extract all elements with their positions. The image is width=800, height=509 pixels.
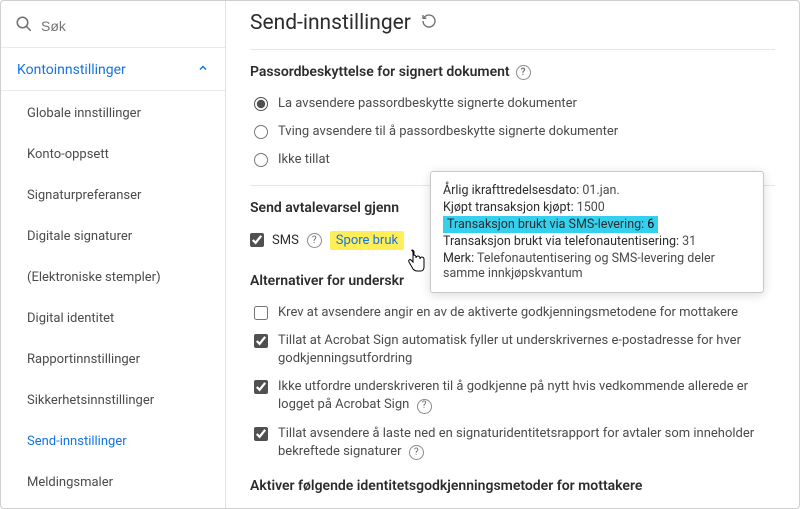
sidebar-section-header[interactable]: Kontoinnstillinger: [1, 47, 225, 91]
page-title-text: Send-innstillinger: [250, 11, 411, 35]
radio[interactable]: [254, 153, 268, 167]
radio-label: La avsendere passordbeskytte signerte do…: [278, 95, 577, 113]
usage-tooltip: Årlig ikrafttredelsesdato: 01.jan. Kjøpt…: [430, 171, 764, 293]
sidebar-section-label: Kontoinnstillinger: [17, 62, 126, 78]
refresh-icon[interactable]: [421, 11, 437, 35]
search-input[interactable]: [41, 18, 211, 34]
sms-label: SMS: [272, 233, 299, 248]
radio-label: Ikke tillat: [278, 151, 330, 169]
sidebar-item[interactable]: Signaturpreferanser: [1, 175, 225, 216]
search-row: [1, 9, 225, 47]
checkbox[interactable]: [254, 334, 268, 348]
radio-label: Tving avsendere til å passordbeskytte si…: [278, 123, 618, 141]
signer-options-group: Krev at avsendere angir en av de aktiver…: [250, 299, 775, 466]
checkbox[interactable]: [254, 427, 268, 441]
info-icon[interactable]: ?: [516, 65, 531, 80]
search-icon: [15, 15, 33, 37]
sidebar-item[interactable]: (Elektroniske stempler): [1, 257, 225, 298]
check-row: Tillat avsendere å laste ned en signatur…: [254, 420, 775, 466]
sidebar-item[interactable]: Meldingsmaler: [1, 462, 225, 503]
sidebar-item[interactable]: Rapportinnstillinger: [1, 339, 225, 380]
password-radio-group: La avsendere passordbeskytte signerte do…: [250, 90, 775, 175]
bottom-section-title: Aktiver følgende identitetsgodkjenningsm…: [250, 478, 775, 494]
checkbox[interactable]: [254, 306, 268, 320]
sidebar-item[interactable]: Konto-oppsett: [1, 134, 225, 175]
check-row: Tillat at Acrobat Sign automatisk fyller…: [254, 327, 775, 373]
checkbox[interactable]: [254, 380, 268, 394]
radio[interactable]: [254, 97, 268, 111]
radio-row: Tving avsendere til å passordbeskytte si…: [254, 118, 775, 146]
page-title: Send-innstillinger: [250, 11, 775, 35]
chevron-up-icon: [197, 62, 209, 78]
info-icon[interactable]: ?: [409, 445, 424, 460]
track-usage-link[interactable]: Spore bruk: [330, 231, 404, 250]
check-label: Krev at avsendere angir en av de aktiver…: [278, 304, 738, 322]
check-label: Ikke utfordre underskriveren til å godkj…: [278, 378, 775, 414]
sidebar-item[interactable]: Sikkerhetsinnstillinger: [1, 380, 225, 421]
sidebar: Kontoinnstillinger Globale innstillinger…: [1, 1, 226, 508]
sidebar-item[interactable]: Globale innstillinger: [1, 93, 225, 134]
info-icon[interactable]: ?: [307, 233, 322, 248]
sms-checkbox[interactable]: [250, 233, 264, 247]
check-label: Tillat avsendere å laste ned en signatur…: [278, 425, 775, 461]
divider: [250, 49, 775, 50]
sidebar-item[interactable]: Digital identitet: [1, 298, 225, 339]
password-section-title: Passordbeskyttelse for signert dokument …: [250, 64, 775, 80]
nav-list: Globale innstillingerKonto-oppsettSignat…: [1, 91, 225, 503]
info-icon[interactable]: ?: [417, 399, 432, 414]
sidebar-item[interactable]: Send-innstillinger: [1, 421, 225, 462]
radio-row: La avsendere passordbeskytte signerte do…: [254, 90, 775, 118]
main-content: Send-innstillinger Passordbeskyttelse fo…: [226, 1, 799, 508]
check-row: Krev at avsendere angir en av de aktiver…: [254, 299, 775, 327]
check-row: Ikke utfordre underskriveren til å godkj…: [254, 373, 775, 419]
check-label: Tillat at Acrobat Sign automatisk fyller…: [278, 332, 775, 368]
radio[interactable]: [254, 125, 268, 139]
sidebar-item[interactable]: Digitale signaturer: [1, 216, 225, 257]
